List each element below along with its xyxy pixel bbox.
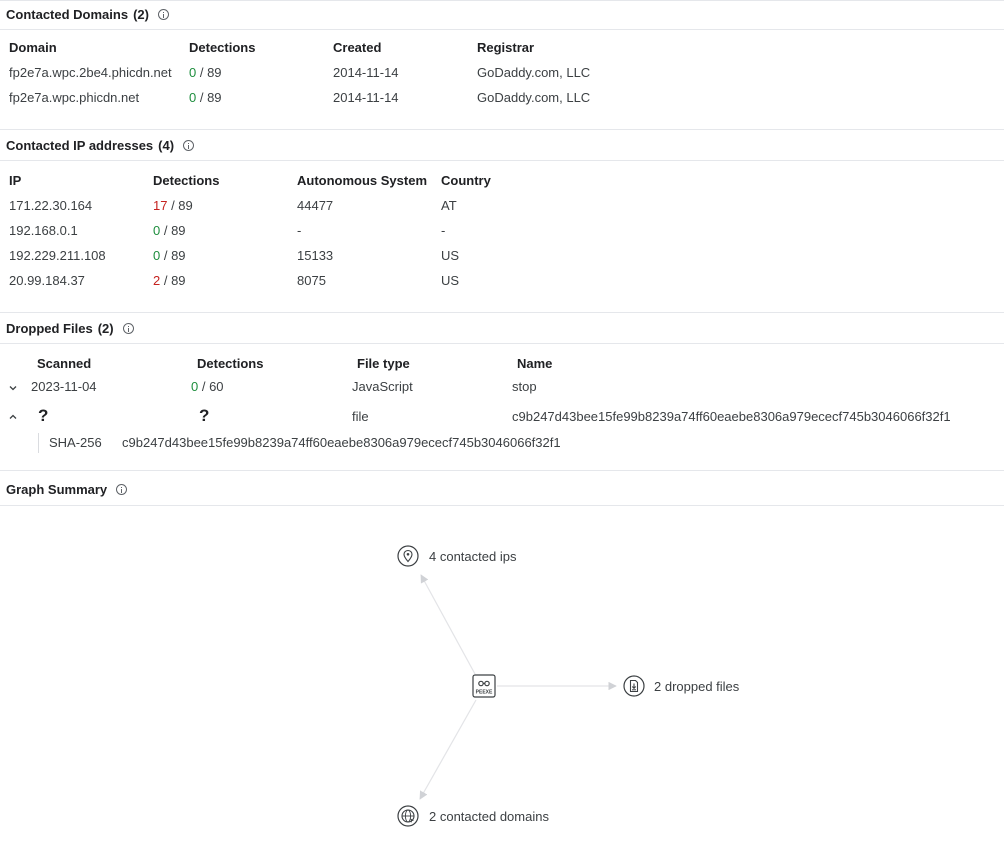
country: AT	[441, 198, 457, 213]
section-count: (2)	[133, 7, 149, 22]
contacted-domains-header[interactable]: Contacted Domains (2)	[0, 0, 1004, 30]
autonomous-system: 8075	[297, 273, 326, 288]
detection-ratio: 0 / 60	[191, 379, 224, 394]
file-name-link[interactable]: stop	[512, 379, 537, 394]
detection-total: / 89	[167, 198, 193, 213]
edge-to-domains	[419, 699, 477, 800]
info-icon[interactable]	[116, 484, 128, 495]
column-header-created[interactable]: Created	[333, 40, 381, 55]
file-type: file	[352, 409, 369, 424]
file-name-link[interactable]: c9b247d43bee15fe99b8239a74ff60eaebe8306a…	[512, 409, 951, 424]
node-label-ips[interactable]: 4 contacted ips	[429, 549, 516, 564]
autonomous-system: -	[297, 223, 302, 238]
column-header-name[interactable]: Name	[517, 356, 552, 371]
peexe-label: PEEXE	[476, 690, 493, 696]
ip-link[interactable]: 192.229.211.108	[9, 248, 106, 263]
detection-ratio: 0 / 89	[189, 90, 222, 105]
unknown-scanned: ?	[38, 406, 49, 425]
unknown-detections: ?	[199, 406, 210, 425]
contacted-ips-header[interactable]: Contacted IP addresses (4)	[0, 131, 1004, 161]
domain-globe-icon[interactable]	[397, 805, 419, 827]
country: US	[441, 273, 460, 288]
dropped-files-header[interactable]: Dropped Files (2)	[0, 314, 1004, 344]
expanded-row-indent	[38, 433, 39, 453]
detection-total: / 89	[196, 65, 222, 80]
column-header-detections[interactable]: Detections	[153, 173, 219, 188]
registrar: GoDaddy.com, LLC	[477, 90, 591, 105]
domain-link[interactable]: fp2e7a.wpc.phicdn.net	[9, 90, 139, 105]
section-title: Contacted IP addresses	[6, 138, 154, 153]
created-date: 2014-11-14	[333, 65, 399, 80]
created-date: 2014-11-14	[333, 90, 399, 105]
detection-ratio: 2 / 89	[153, 273, 186, 288]
autonomous-system: 15133	[297, 248, 334, 263]
section-title: Dropped Files	[6, 321, 93, 336]
info-icon[interactable]	[183, 140, 195, 151]
registrar: GoDaddy.com, LLC	[477, 65, 591, 80]
peexe-file-icon[interactable]: PEEXE	[472, 674, 496, 698]
file-type: JavaScript	[352, 379, 413, 394]
detection-ratio: 0 / 89	[153, 248, 186, 263]
info-icon[interactable]	[122, 323, 134, 334]
column-header-registrar[interactable]: Registrar	[477, 40, 534, 55]
column-header-country[interactable]: Country	[441, 173, 491, 188]
detection-total: / 89	[160, 223, 186, 238]
ip-pin-icon[interactable]	[397, 545, 419, 567]
detection-ratio: 0 / 89	[189, 65, 222, 80]
sha256-value[interactable]: c9b247d43bee15fe99b8239a74ff60eaebe8306a…	[122, 435, 561, 450]
ip-link[interactable]: 192.168.0.1	[9, 223, 78, 238]
detection-total: / 89	[196, 90, 222, 105]
dropped-file-icon[interactable]	[623, 675, 645, 697]
section-count: (2)	[97, 321, 114, 336]
chevron-down-icon[interactable]	[9, 384, 17, 392]
edge-to-ips	[420, 574, 476, 675]
sha256-label: SHA-256	[49, 435, 102, 450]
section-title: Graph Summary	[6, 482, 108, 497]
chevron-up-icon[interactable]	[9, 413, 17, 421]
detection-total: / 60	[198, 379, 224, 394]
detection-count: 17	[153, 198, 168, 213]
column-header-autonomous-system[interactable]: Autonomous System	[297, 173, 427, 188]
ip-link[interactable]: 20.99.184.37	[9, 273, 85, 288]
column-header-detections[interactable]: Detections	[197, 356, 263, 371]
info-icon[interactable]	[157, 9, 169, 20]
domain-link[interactable]: fp2e7a.wpc.2be4.phicdn.net	[9, 65, 172, 80]
detection-ratio: 0 / 89	[153, 223, 186, 238]
autonomous-system: 44477	[297, 198, 334, 213]
detection-ratio: 17 / 89	[153, 198, 193, 213]
detection-total: / 89	[160, 248, 186, 263]
node-label-domains[interactable]: 2 contacted domains	[429, 809, 549, 824]
column-header-detections[interactable]: Detections	[189, 40, 255, 55]
ip-link[interactable]: 171.22.30.164	[9, 198, 92, 213]
scanned-date: 2023-11-04	[31, 379, 97, 394]
section-divider	[0, 129, 1004, 130]
column-header-ip[interactable]: IP	[9, 173, 21, 188]
section-divider	[0, 470, 1004, 471]
section-count: (4)	[158, 138, 175, 153]
country: US	[441, 248, 460, 263]
section-title: Contacted Domains	[6, 7, 129, 22]
column-header-domain[interactable]: Domain	[9, 40, 57, 55]
node-label-files[interactable]: 2 dropped files	[654, 679, 739, 694]
column-header-file-type[interactable]: File type	[357, 356, 410, 371]
section-divider	[0, 312, 1004, 313]
graph-summary-canvas[interactable]: PEEXE 4 contacted ips 2 dropped files 2 …	[0, 506, 1004, 842]
detection-total: / 89	[160, 273, 186, 288]
graph-summary-header[interactable]: Graph Summary	[0, 474, 1004, 506]
country: -	[441, 223, 446, 238]
column-header-scanned[interactable]: Scanned	[37, 356, 91, 371]
